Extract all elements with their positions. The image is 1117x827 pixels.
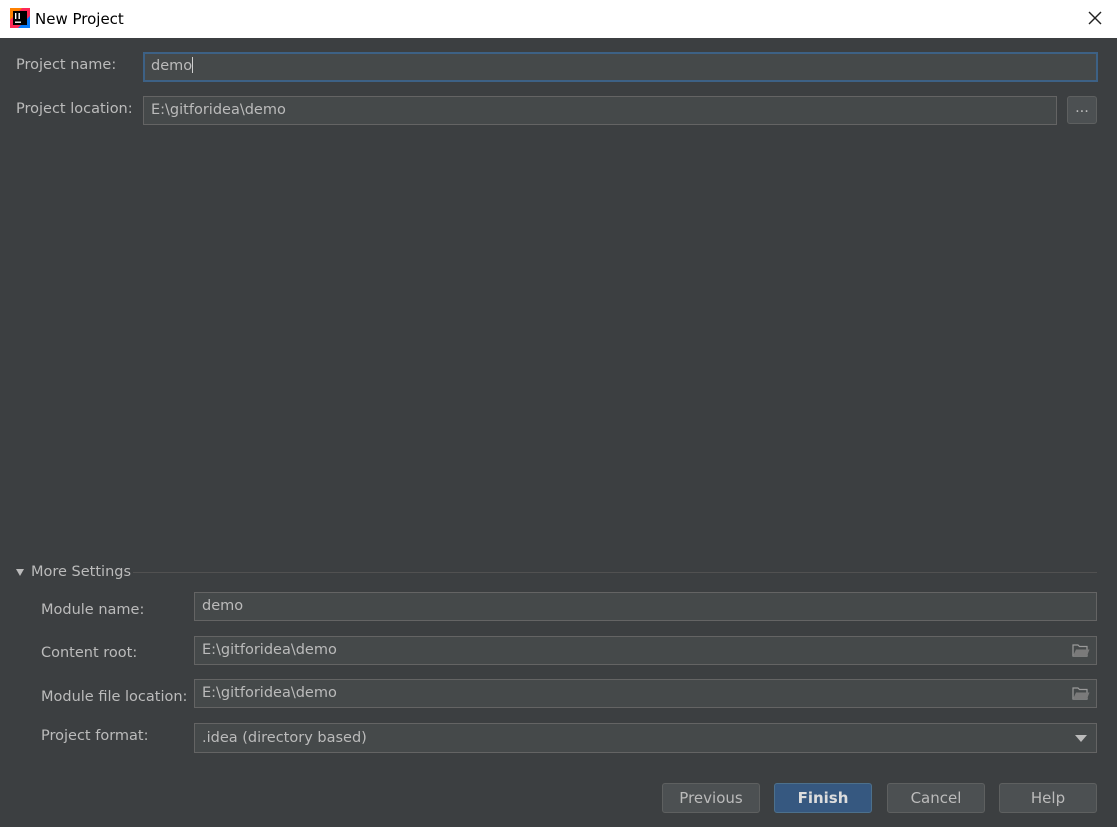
finish-button[interactable]: Finish bbox=[774, 783, 872, 813]
close-icon[interactable] bbox=[1087, 10, 1103, 26]
help-button[interactable]: Help bbox=[999, 783, 1097, 813]
module-name-label: Module name: bbox=[41, 602, 145, 618]
dialog-content: Project name: demo Project location: E:\… bbox=[0, 38, 1117, 827]
project-format-select[interactable]: .idea (directory based) bbox=[194, 723, 1097, 753]
module-file-location-input[interactable]: E:\gitforidea\demo bbox=[194, 679, 1097, 708]
cancel-button[interactable]: Cancel bbox=[887, 783, 985, 813]
text-caret bbox=[192, 57, 194, 73]
more-settings-header: More Settings bbox=[31, 564, 132, 580]
folder-icon[interactable] bbox=[1072, 686, 1090, 700]
content-root-value: E:\gitforidea\demo bbox=[202, 642, 337, 658]
module-file-location-label: Module file location: bbox=[41, 689, 188, 705]
folder-icon[interactable] bbox=[1072, 643, 1090, 657]
browse-button[interactable]: ... bbox=[1067, 96, 1097, 124]
module-file-location-value: E:\gitforidea\demo bbox=[202, 685, 337, 701]
more-settings-toggle[interactable]: More Settings bbox=[16, 564, 131, 580]
triangle-down-icon bbox=[16, 568, 24, 576]
section-divider bbox=[133, 572, 1097, 573]
project-location-value: E:\gitforidea\demo bbox=[151, 102, 286, 118]
window-title: New Project bbox=[35, 10, 124, 28]
project-format-label: Project format: bbox=[41, 728, 149, 744]
project-name-input[interactable]: demo bbox=[143, 52, 1098, 82]
content-root-label: Content root: bbox=[41, 645, 138, 661]
project-location-input[interactable]: E:\gitforidea\demo bbox=[143, 96, 1057, 125]
previous-button[interactable]: Previous bbox=[662, 783, 760, 813]
project-location-label: Project location: bbox=[16, 101, 133, 117]
intellij-app-icon bbox=[10, 8, 30, 28]
project-name-label: Project name: bbox=[16, 57, 117, 73]
module-name-input[interactable]: demo bbox=[194, 592, 1097, 621]
module-name-value: demo bbox=[202, 598, 244, 614]
project-name-value: demo bbox=[151, 58, 193, 74]
project-format-value: .idea (directory based) bbox=[202, 730, 367, 746]
content-root-input[interactable]: E:\gitforidea\demo bbox=[194, 636, 1097, 665]
chevron-down-icon bbox=[1075, 735, 1087, 742]
title-bar: New Project bbox=[0, 0, 1117, 38]
